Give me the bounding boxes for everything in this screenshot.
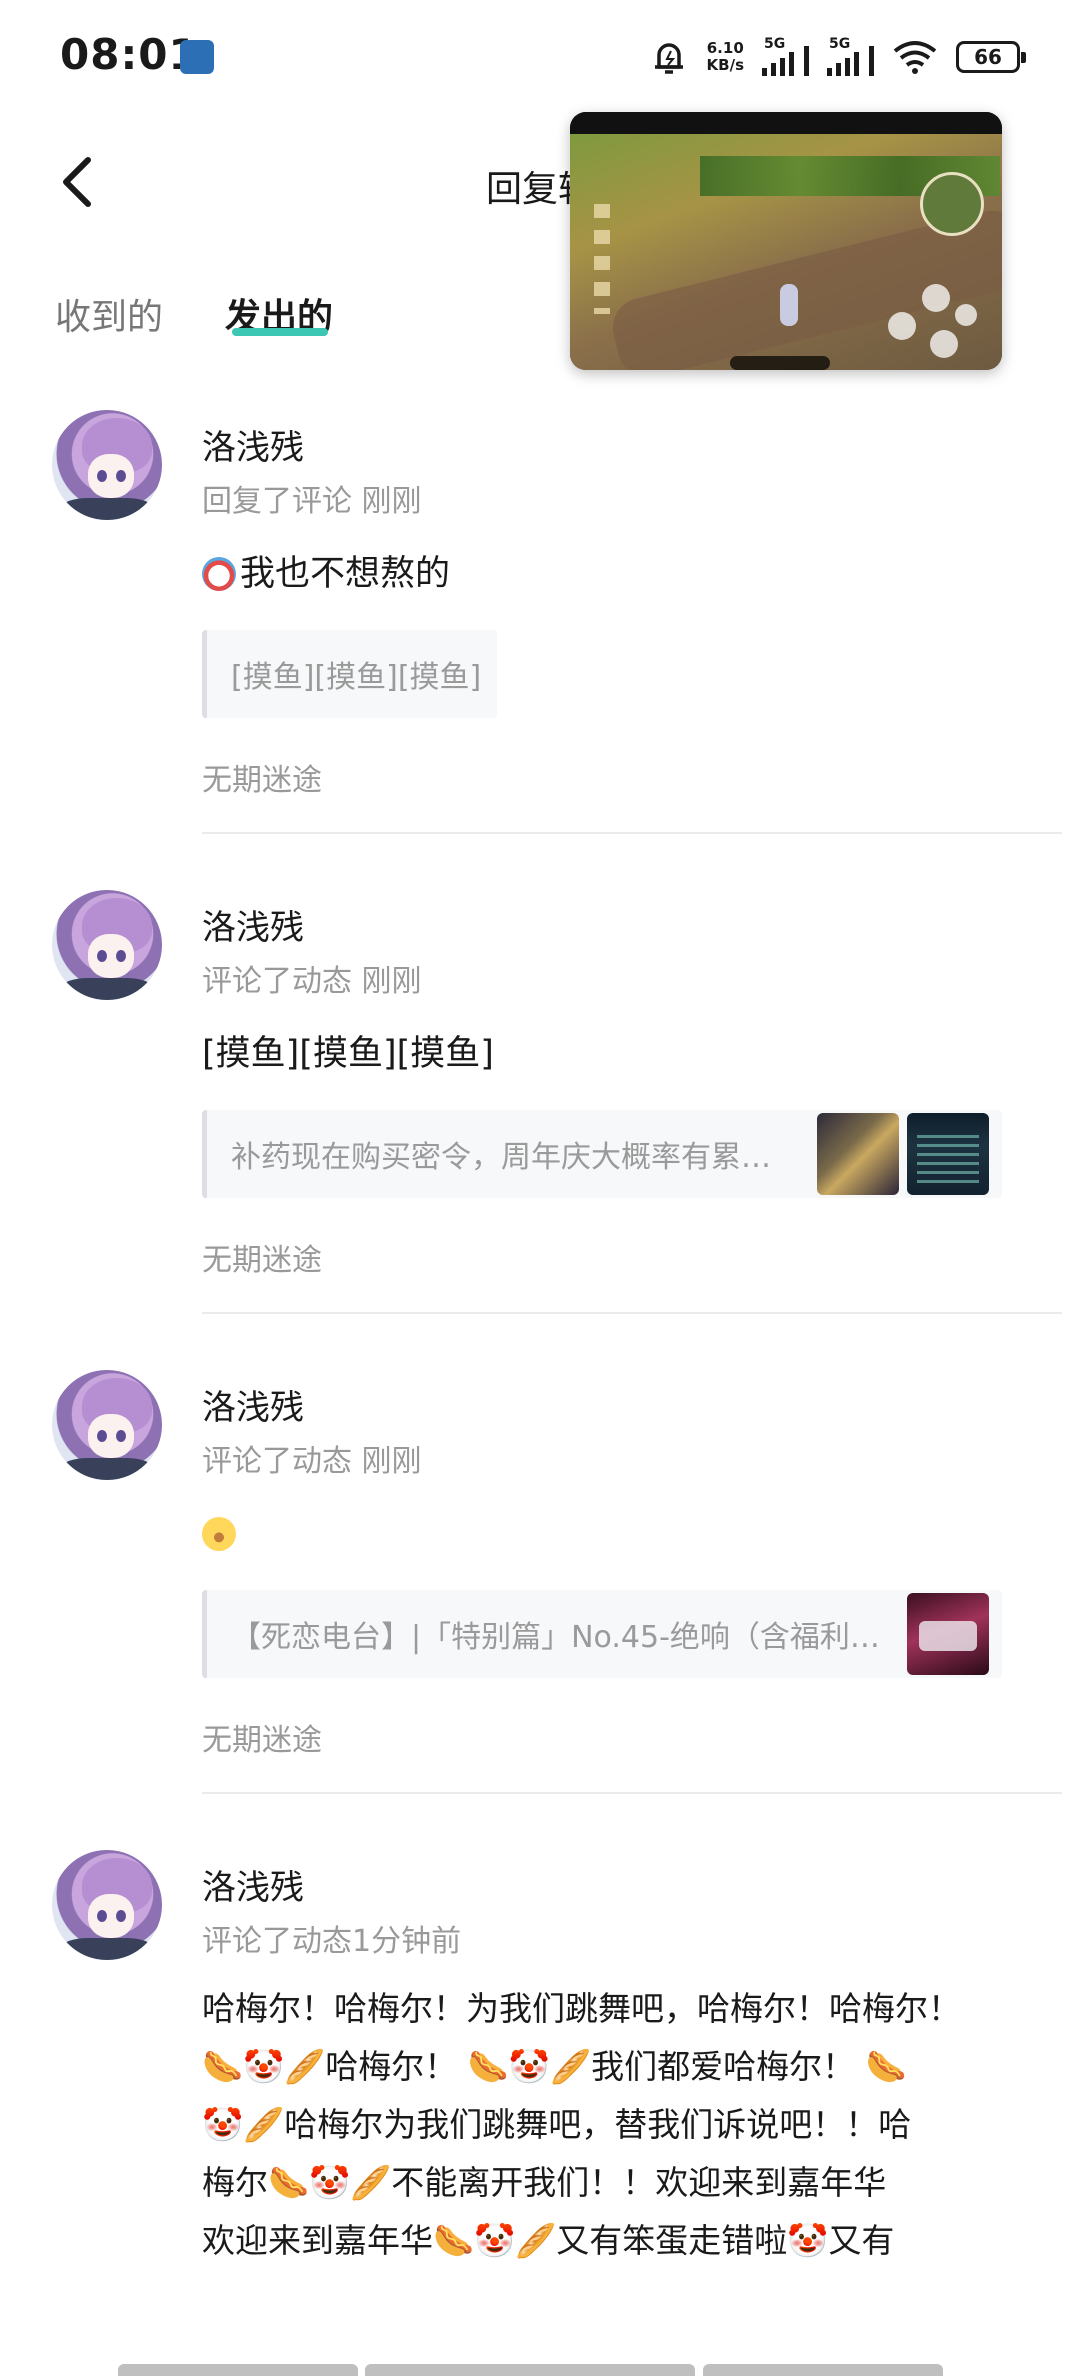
emoji-sequence: 🌭 xyxy=(865,2047,907,2086)
floating-window-bar[interactable] xyxy=(570,112,1002,134)
game-scene xyxy=(570,134,1002,370)
game-button-icon xyxy=(888,312,916,340)
source-game[interactable]: 无期迷途 xyxy=(202,755,322,799)
alarm-icon xyxy=(654,43,683,74)
avatar[interactable] xyxy=(52,410,162,520)
floating-video-window[interactable] xyxy=(570,112,1002,370)
message-list: 洛浅残 回复了评论 刚刚 我也不想熬的 [摸鱼][摸鱼][摸鱼] 无期迷途 洛浅… xyxy=(0,390,1080,2260)
minimap-icon xyxy=(920,172,984,236)
action-text: 评论了动态 刚刚 xyxy=(202,1444,422,1479)
game-character xyxy=(780,284,798,326)
list-item[interactable]: 洛浅残 回复了评论 刚刚 我也不想熬的 [摸鱼][摸鱼][摸鱼] 无期迷途 xyxy=(0,390,1080,870)
emoji-sequence: 🤡🥖 xyxy=(202,2105,285,2144)
app-notification-icon xyxy=(180,40,214,74)
quoted-comment[interactable]: [摸鱼][摸鱼][摸鱼] xyxy=(202,630,497,718)
post-thumbnail[interactable] xyxy=(817,1113,899,1195)
reply-content: 我也不想熬的 xyxy=(202,545,1032,603)
action-text: 评论了动态1分钟前 xyxy=(202,1924,462,1959)
list-item[interactable]: 洛浅残 评论了动态1分钟前 哈梅尔！哈梅尔！为我们跳舞吧，哈梅尔！哈梅尔！ 🌭🤡… xyxy=(0,1830,1080,2260)
comment-content xyxy=(202,1505,1032,1563)
username[interactable]: 洛浅残 xyxy=(202,900,304,949)
emoji-sequence: 🌭🤡🥖 xyxy=(433,2221,557,2260)
divider xyxy=(202,1792,1062,1794)
divider xyxy=(202,1312,1062,1314)
emoji-sequence: 🌭🤡🥖 xyxy=(202,2047,326,2086)
divider xyxy=(202,832,1062,834)
list-item[interactable]: 洛浅残 评论了动态 刚刚 [摸鱼][摸鱼][摸鱼] 补药现在购买密令，周年庆大概… xyxy=(0,870,1080,1350)
post-thumbnail[interactable] xyxy=(907,1113,989,1195)
post-thumbnail[interactable] xyxy=(907,1593,989,1675)
signal-icon: 5G xyxy=(762,36,809,76)
comment-content: 哈梅尔！哈梅尔！为我们跳舞吧，哈梅尔！哈梅尔！ 🌭🤡🥖哈梅尔！ 🌭🤡🥖我们都爱哈… xyxy=(202,1989,961,2260)
status-bar: 08:01 6.10 KB/s 5G 5G 66 xyxy=(0,0,1080,115)
clown-emoji-icon xyxy=(202,557,236,591)
username[interactable]: 洛浅残 xyxy=(202,1380,304,1429)
game-chat-bar xyxy=(730,356,830,370)
game-button-icon xyxy=(955,304,977,326)
emoji-sequence: 🤡 xyxy=(787,2221,829,2260)
comment-content: [摸鱼][摸鱼][摸鱼] xyxy=(202,1034,494,1074)
game-button-icon xyxy=(922,284,950,312)
emoji-sequence: 🌭🤡🥖 xyxy=(268,2163,392,2202)
active-tab-indicator xyxy=(232,328,328,336)
wifi-icon xyxy=(893,41,937,74)
avatar[interactable] xyxy=(52,890,162,1000)
network-speed: 6.10 KB/s xyxy=(706,39,744,74)
status-time: 08:01 xyxy=(60,30,199,79)
shocked-face-emoji-icon xyxy=(202,1517,236,1551)
action-text: 评论了动态 刚刚 xyxy=(202,964,422,999)
source-game[interactable]: 无期迷途 xyxy=(202,1715,322,1759)
list-item[interactable]: 洛浅残 评论了动态 刚刚 【死恋电台】|「特别篇」No.45-绝响（含福利… 无… xyxy=(0,1350,1080,1830)
quoted-post[interactable]: 【死恋电台】|「特别篇」No.45-绝响（含福利… xyxy=(202,1590,1002,1678)
avatar[interactable] xyxy=(52,1370,162,1480)
gesture-bar xyxy=(0,2356,1080,2376)
username[interactable]: 洛浅残 xyxy=(202,420,304,469)
quoted-post[interactable]: 补药现在购买密令，周年庆大概率有累… xyxy=(202,1110,1002,1198)
action-text: 回复了评论 刚刚 xyxy=(202,484,422,519)
emoji-sequence: 🌭🤡🥖 xyxy=(467,2047,592,2086)
source-game[interactable]: 无期迷途 xyxy=(202,1235,322,1279)
tab-received[interactable]: 收到的 xyxy=(55,288,163,340)
game-button-icon xyxy=(930,330,958,358)
avatar[interactable] xyxy=(52,1850,162,1960)
battery-icon: 66 xyxy=(956,41,1026,73)
signal-icon-2: 5G xyxy=(827,36,874,76)
username[interactable]: 洛浅残 xyxy=(202,1860,304,1909)
